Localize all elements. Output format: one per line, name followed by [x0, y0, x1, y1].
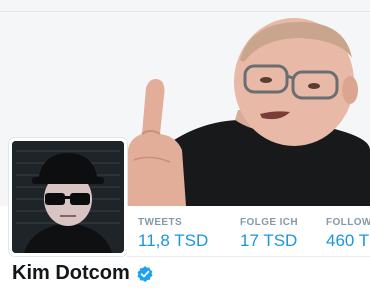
stat-tweets[interactable]: TWEETS 11,8 TSD [138, 206, 228, 256]
profile-avatar[interactable] [9, 138, 127, 256]
stat-value: 17 TSD [240, 231, 298, 250]
profile-stats-bar: TWEETS 11,8 TSD FOLGE ICH 17 TSD FOLLOWE… [127, 206, 370, 257]
profile-name[interactable]: Kim Dotcom [12, 262, 130, 285]
stat-label: TWEETS [138, 217, 183, 228]
avatar-photo [12, 141, 124, 253]
stat-value: 11,8 TSD [138, 231, 209, 250]
verified-badge-icon [137, 266, 153, 282]
profile-name-row: Kim Dotcom [12, 259, 154, 287]
stat-label: FOLGE ICH [240, 217, 299, 228]
stat-value: 460 TSD [326, 231, 370, 250]
stat-label: FOLLOWER [326, 217, 370, 228]
stat-following[interactable]: FOLGE ICH 17 TSD [240, 206, 320, 256]
stat-followers[interactable]: FOLLOWER 460 TSD [326, 206, 370, 256]
